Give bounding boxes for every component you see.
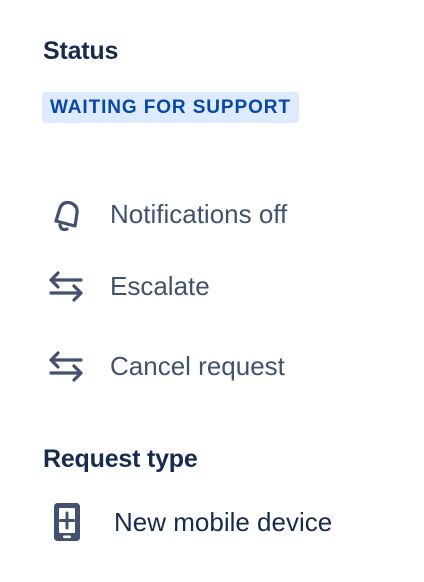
mobile-device-icon xyxy=(50,497,90,547)
status-heading: Status xyxy=(43,37,119,65)
escalate-button[interactable]: Escalate xyxy=(40,262,210,310)
request-type-label: New mobile device xyxy=(114,506,333,537)
notifications-off-button[interactable]: Notifications off xyxy=(40,190,287,238)
swap-arrows-icon xyxy=(40,262,92,310)
request-type-heading: Request type xyxy=(43,445,198,473)
cancel-request-button[interactable]: Cancel request xyxy=(40,342,285,390)
cancel-request-label: Cancel request xyxy=(110,350,285,381)
escalate-label: Escalate xyxy=(110,270,210,301)
swap-arrows-icon xyxy=(40,342,92,390)
bell-off-icon xyxy=(40,190,92,238)
status-badge: WAITING FOR SUPPORT xyxy=(42,92,299,123)
request-type-item: New mobile device xyxy=(50,497,332,547)
notifications-off-label: Notifications off xyxy=(110,198,288,229)
